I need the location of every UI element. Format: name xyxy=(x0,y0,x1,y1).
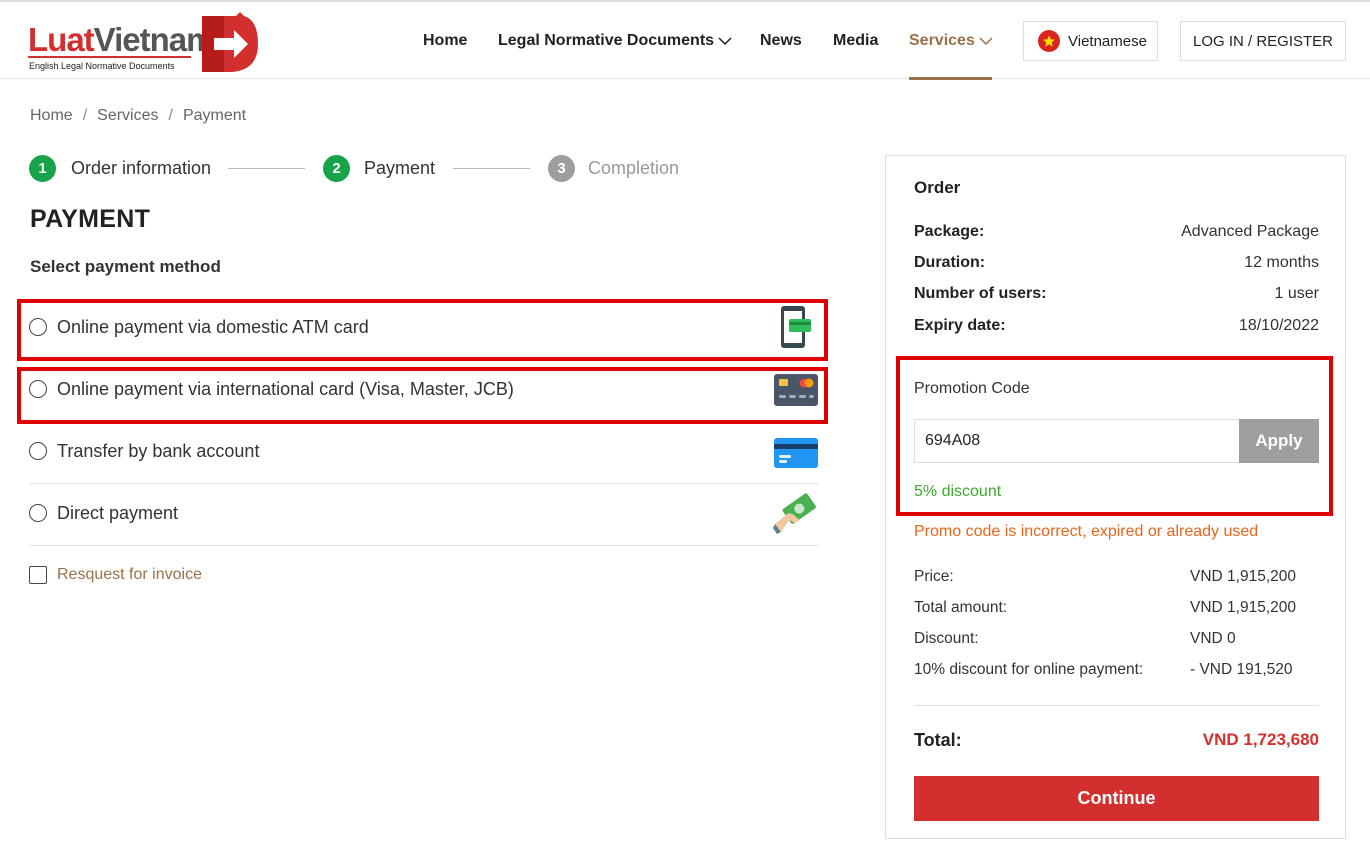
radio-button[interactable] xyxy=(29,318,47,336)
logo-wordmark: LuatVietnam xyxy=(28,21,215,58)
nav-news[interactable]: News xyxy=(760,32,802,50)
step-1-number: 1 xyxy=(29,155,56,182)
nav-media-label: Media xyxy=(833,32,879,49)
price-value: VND 1,915,200 xyxy=(1190,599,1296,616)
nav-media[interactable]: Media xyxy=(833,32,878,50)
price-key: Price: xyxy=(914,568,954,585)
total-divider xyxy=(914,705,1319,706)
apply-promo-button[interactable]: Apply xyxy=(1239,419,1319,463)
credit-card-icon xyxy=(774,374,818,406)
order-detail-key: Number of users: xyxy=(914,285,1047,302)
vietnam-flag-icon xyxy=(1038,30,1060,52)
select-payment-method-label: Select payment method xyxy=(30,257,221,276)
breadcrumb-services[interactable]: Services xyxy=(97,107,158,125)
chevron-down-icon xyxy=(979,37,993,46)
payment-option-label: Online payment via international card (V… xyxy=(57,379,514,399)
page-title: PAYMENT xyxy=(30,205,151,233)
step-3-number: 3 xyxy=(548,155,575,182)
mobile-card-icon xyxy=(781,306,811,348)
total-row: Total: VND 1,723,680 xyxy=(914,730,1319,751)
payment-option-label: Transfer by bank account xyxy=(57,441,260,461)
price-value: - VND 191,520 xyxy=(1190,661,1293,678)
breadcrumb: Home / Services / Payment xyxy=(30,107,246,125)
price-key: Total amount: xyxy=(914,599,1008,616)
request-invoice-checkbox-row[interactable]: Resquest for invoice xyxy=(29,566,202,584)
total-label: Total: xyxy=(914,730,962,750)
nav-news-label: News xyxy=(760,32,802,49)
promotion-code-input[interactable] xyxy=(914,419,1240,463)
order-detail-key: Expiry date: xyxy=(914,317,1006,334)
request-invoice-checkbox[interactable] xyxy=(29,566,47,584)
cash-hand-icon xyxy=(773,493,816,534)
total-value: VND 1,723,680 xyxy=(1202,730,1319,749)
nav-legal-documents-label: Legal Normative Documents xyxy=(498,32,715,49)
order-detail-value: 1 user xyxy=(1274,285,1319,302)
order-title: Order xyxy=(914,178,961,197)
step-2-number: 2 xyxy=(323,155,350,182)
price-key: Discount: xyxy=(914,630,979,647)
order-detail-row: Number of users: 1 user xyxy=(914,285,1319,303)
chevron-down-icon xyxy=(718,37,732,46)
price-key: 10% discount for online payment: xyxy=(914,661,1144,678)
nav-home[interactable]: Home xyxy=(423,32,467,50)
payment-option-label: Direct payment xyxy=(57,503,179,523)
logo-arrow-icon xyxy=(202,12,258,72)
payment-option-label: Online payment via domestic ATM card xyxy=(57,317,369,337)
payment-option-bank-transfer[interactable]: Transfer by bank account xyxy=(29,422,819,484)
nav-services-label: Services xyxy=(909,32,975,49)
order-detail-value: 12 months xyxy=(1244,254,1319,271)
nav-legal-documents[interactable]: Legal Normative Documents xyxy=(498,32,732,50)
step-1-label: Order information xyxy=(71,158,212,178)
continue-button[interactable]: Continue xyxy=(914,776,1319,821)
nav-services[interactable]: Services xyxy=(909,32,993,50)
order-summary-panel: Order Package: Advanced Package Duration… xyxy=(885,155,1346,839)
site-header: LuatVietnam English Legal Normative Docu… xyxy=(0,0,1370,80)
payment-option-direct[interactable]: Direct payment xyxy=(29,484,819,546)
radio-button[interactable] xyxy=(29,380,47,398)
breadcrumb-home[interactable]: Home xyxy=(30,107,73,125)
logo-brand-part1: Luat xyxy=(28,21,95,58)
radio-button[interactable] xyxy=(29,442,47,460)
step-3-label: Completion xyxy=(588,158,680,178)
bank-card-icon xyxy=(774,438,818,468)
payment-option-international-card[interactable]: Online payment via international card (V… xyxy=(29,360,819,422)
logo-underline xyxy=(28,56,191,58)
request-invoice-label[interactable]: Resquest for invoice xyxy=(57,566,202,584)
promotion-code-label: Promotion Code xyxy=(914,380,1030,397)
order-detail-row: Expiry date: 18/10/2022 xyxy=(914,317,1319,335)
order-detail-value: Advanced Package xyxy=(1181,223,1319,240)
radio-button[interactable] xyxy=(29,504,47,522)
language-label: Vietnamese xyxy=(1068,32,1147,50)
promo-error-message: Promo code is incorrect, expired or alre… xyxy=(914,523,1259,540)
payment-option-domestic-atm[interactable]: Online payment via domestic ATM card xyxy=(29,298,819,360)
nav-home-label: Home xyxy=(423,32,468,49)
order-detail-key: Duration: xyxy=(914,254,986,271)
step-2-label: Payment xyxy=(364,158,436,178)
step-connector xyxy=(453,168,530,169)
step-connector xyxy=(228,168,305,169)
order-detail-value: 18/10/2022 xyxy=(1238,317,1319,334)
breadcrumb-separator: / xyxy=(168,107,173,124)
logo-tagline: English Legal Normative Documents xyxy=(29,61,175,71)
order-detail-row: Package: Advanced Package xyxy=(914,223,1319,241)
breadcrumb-payment: Payment xyxy=(182,107,247,124)
luatvietnam-logo[interactable]: LuatVietnam English Legal Normative Docu… xyxy=(28,10,260,76)
order-detail-row: Duration: 12 months xyxy=(914,254,1319,272)
nav-active-indicator xyxy=(909,77,992,80)
price-value: VND 0 xyxy=(1190,630,1236,647)
price-value: VND 1,915,200 xyxy=(1190,568,1296,585)
login-register-button[interactable]: LOG IN / REGISTER xyxy=(1180,21,1346,61)
breadcrumb-separator: / xyxy=(82,107,88,124)
language-switch-button[interactable]: Vietnamese xyxy=(1023,21,1158,61)
order-detail-key: Package: xyxy=(914,223,985,240)
promo-discount-text: 5% discount xyxy=(914,483,1002,500)
